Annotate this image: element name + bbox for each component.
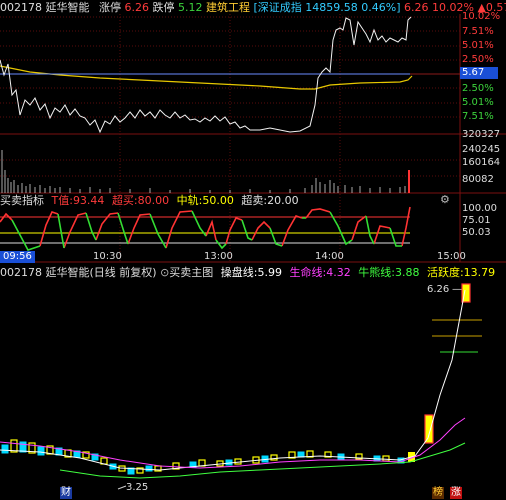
operate-line	[0, 289, 466, 471]
midline-value: 50.00	[202, 194, 234, 207]
bull-bear-value: 3.88	[394, 266, 420, 279]
time-label-1300: 13:00	[204, 251, 233, 262]
vol-label-3: 160164	[462, 157, 501, 168]
indicator-header: 买卖指标 T值:93.44 超买:80.00 中轨:50.00 超卖:20.00	[0, 194, 299, 208]
ind-label-75: 75.01	[462, 215, 491, 226]
ind-label-50: 50.03	[462, 227, 491, 238]
vol-label-2: 240245	[462, 144, 501, 155]
daily-title[interactable]: 002178 延华智能(日线 前复权)	[0, 266, 157, 279]
high-price-arrow: —	[452, 284, 462, 295]
candles	[1, 283, 471, 475]
dragon-tiger-marker[interactable]: 榜	[432, 487, 444, 499]
activity-value: 13.79	[463, 266, 496, 279]
activity-label: 活跃度:	[426, 266, 464, 279]
settings-gear-icon[interactable]: ⚙	[440, 194, 450, 206]
overbought-value: 80.00	[137, 194, 170, 207]
life-line-label: 生命线:	[289, 266, 327, 279]
limit-up-marker[interactable]: 涨	[450, 487, 462, 499]
pct-label-6: 2.50%	[462, 83, 494, 94]
time-label-1030: 10:30	[93, 251, 122, 262]
ind-label-100: 100.00	[462, 203, 497, 214]
pct-label-2: 7.51%	[462, 26, 494, 37]
life-line-value: 4.32	[326, 266, 351, 279]
time-label-1500: 15:00	[437, 251, 466, 262]
oversold-label: 超卖:	[241, 194, 268, 207]
main-chart-menu-icon[interactable]: ⊙	[160, 266, 169, 279]
operate-line-value: 5.99	[257, 266, 283, 279]
midline-label: 中轨:	[176, 194, 203, 207]
low-price-label: 3.25	[126, 482, 149, 493]
time-label-1400: 14:00	[315, 251, 344, 262]
main-chart-menu[interactable]: 买卖主图	[169, 266, 213, 279]
t-value: 93.44	[72, 194, 105, 207]
t-value-label: T值:	[51, 194, 73, 207]
vol-label-1: 320327	[462, 129, 501, 140]
operate-line-label: 操盘线:	[220, 266, 258, 279]
pct-label-7: 5.01%	[462, 97, 494, 108]
finance-marker[interactable]: 财	[60, 487, 72, 499]
time-cursor-label: 09:56	[0, 251, 35, 263]
pct-label-3: 5.01%	[462, 40, 494, 51]
bull-bear-label: 牛熊线:	[358, 266, 395, 279]
intraday-chart[interactable]	[0, 0, 506, 500]
volume-bars	[1, 150, 406, 193]
pct-label-top: 10.02%	[462, 11, 501, 22]
indicator-title[interactable]: 买卖指标	[0, 194, 44, 207]
high-price-label: 6.26	[427, 284, 450, 295]
overbought-label: 超买:	[111, 194, 138, 207]
avg-price-line	[0, 65, 413, 90]
daily-header: 002178 延华智能(日线 前复权) ⊙买卖主图 操盘线:5.99 生命线:4…	[0, 266, 495, 280]
vol-label-4: 80082	[462, 174, 494, 185]
pct-label-8: 7.51%	[462, 111, 494, 122]
pct-label-4: 2.50%	[462, 54, 494, 65]
oversold-value: 20.00	[267, 194, 299, 207]
prev-close-label: 5.67	[460, 67, 499, 79]
